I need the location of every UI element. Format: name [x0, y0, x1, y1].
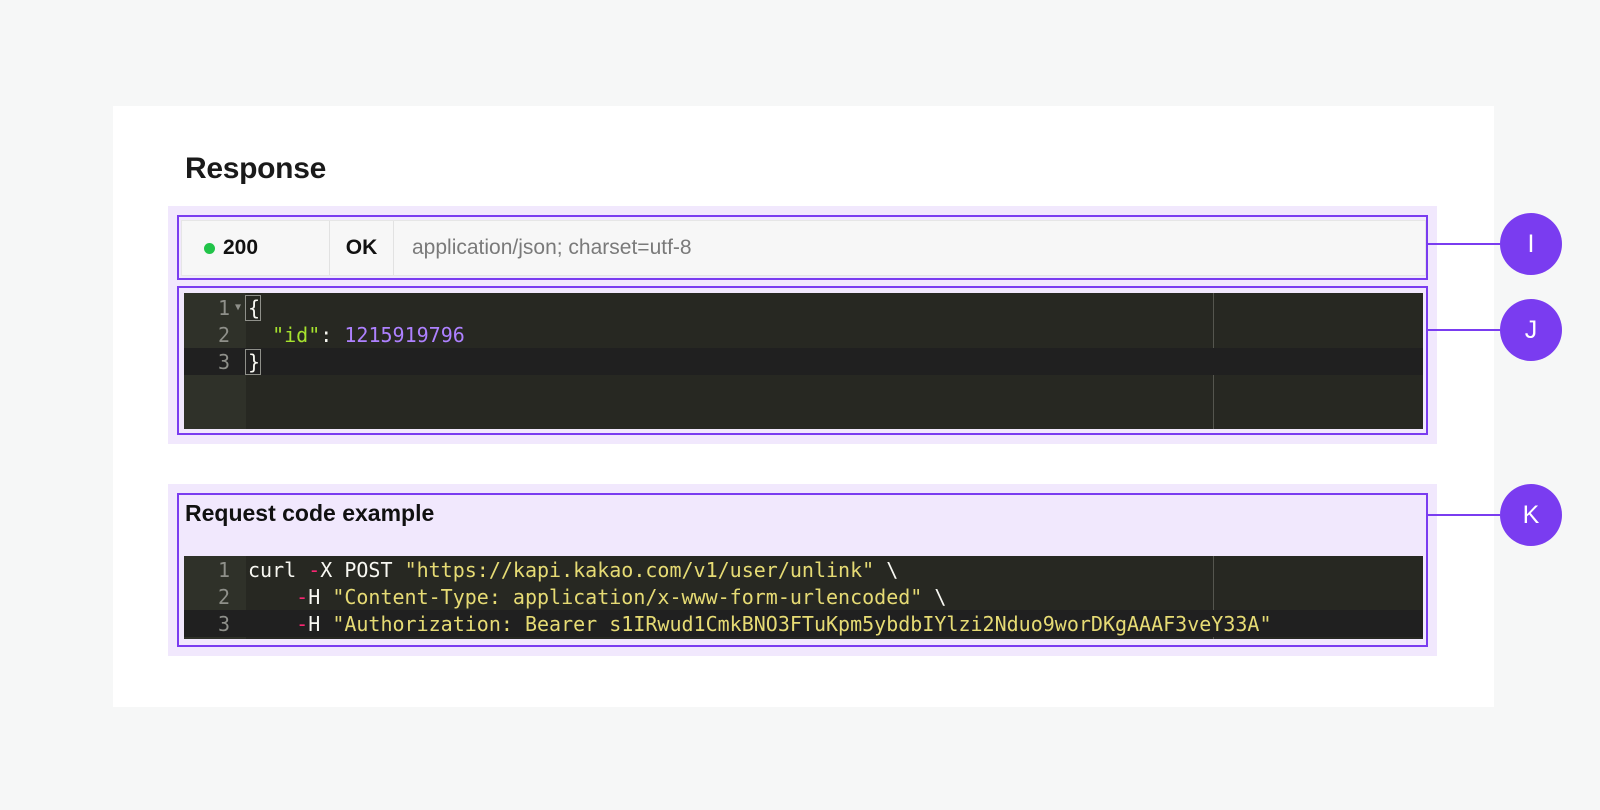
response-title: Response — [185, 152, 326, 185]
callout-badge-i: I — [1500, 213, 1562, 275]
outline-box-request — [177, 493, 1428, 647]
callout-leader-j — [1428, 329, 1500, 331]
outline-box-body — [177, 286, 1428, 435]
callout-badge-j: J — [1500, 299, 1562, 361]
callout-leader-i — [1428, 243, 1500, 245]
callout-leader-k — [1428, 514, 1500, 516]
callout-badge-k: K — [1500, 484, 1562, 546]
outline-box-status — [177, 215, 1428, 280]
